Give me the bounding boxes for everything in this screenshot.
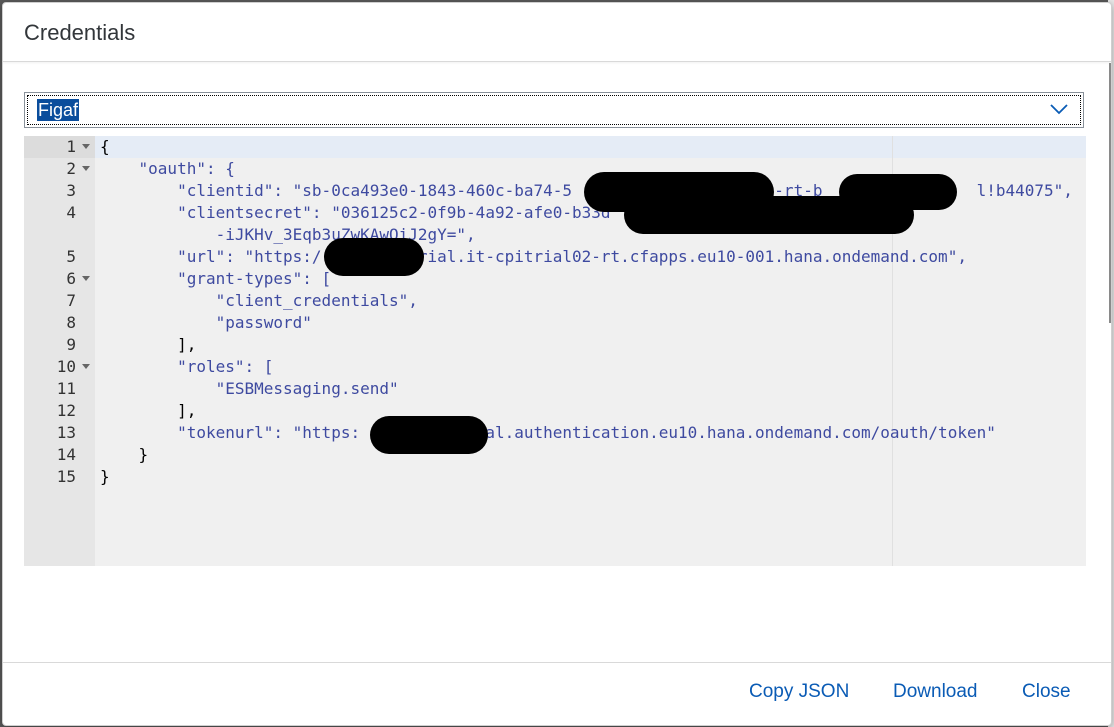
line-code: "url": "https:/ rial.it-cpitrial02-rt.cf… [100, 247, 967, 266]
line-number: 11 [56, 379, 76, 398]
code-line: 9 ], [24, 334, 1086, 356]
line-code: { [100, 137, 110, 156]
fold-toggle-icon[interactable] [82, 166, 90, 171]
json-code-editor[interactable]: 1{2 "oauth": {3 "clientid": "sb-0ca493e0… [24, 136, 1086, 566]
line-number: 7 [66, 291, 76, 310]
fold-toggle-icon[interactable] [82, 144, 90, 149]
code-line: 12 ], [24, 400, 1086, 422]
dialog-header: Credentials [3, 3, 1111, 62]
line-number: 9 [66, 335, 76, 354]
redaction-mark [624, 196, 914, 234]
line-code: "grant-types": [ [100, 269, 332, 288]
code-line: 7 "client_credentials", [24, 290, 1086, 312]
line-code: } [100, 467, 110, 486]
chevron-down-icon[interactable] [1049, 102, 1069, 116]
line-number: 8 [66, 313, 76, 332]
line-code: "roles": [ [100, 357, 274, 376]
line-number: 12 [56, 401, 76, 420]
line-number: 4 [66, 203, 76, 222]
code-line: -iJKHv_3Eqb3uZwKAwOiJ2gY=", [24, 224, 1086, 246]
line-code: "ESBMessaging.send" [100, 379, 399, 398]
code-line: 5 "url": "https:/ rial.it-cpitrial02-rt.… [24, 246, 1086, 268]
code-line: 11 "ESBMessaging.send" [24, 378, 1086, 400]
fold-toggle-icon[interactable] [82, 364, 90, 369]
line-code: ], [100, 335, 197, 354]
redaction-mark [370, 416, 488, 454]
redaction-mark [324, 238, 424, 276]
code-line: 15} [24, 466, 1086, 488]
service-select[interactable]: Figaf [24, 92, 1084, 128]
line-number: 1 [66, 137, 76, 156]
line-number: 15 [56, 467, 76, 486]
copy-json-button[interactable]: Copy JSON [749, 681, 849, 703]
dialog-scrollbar[interactable] [1109, 63, 1111, 323]
code-line: 10 "roles": [ [24, 356, 1086, 378]
line-number: 3 [66, 181, 76, 200]
fold-toggle-icon[interactable] [82, 276, 90, 281]
line-number: 5 [66, 247, 76, 266]
line-code: -iJKHv_3Eqb3uZwKAwOiJ2gY=", [100, 225, 476, 244]
download-button[interactable]: Download [893, 681, 978, 703]
line-code: "clientsecret": "036125c2-0f9b-4a92-afe0… [100, 203, 611, 222]
code-line: 14 } [24, 444, 1086, 466]
line-code: "tokenurl": "https: ial.authentication.e… [100, 423, 996, 442]
code-line: 8 "password" [24, 312, 1086, 334]
line-code: "password" [100, 313, 312, 332]
line-number: 14 [56, 445, 76, 464]
line-code: } [100, 445, 149, 464]
code-line: 6 "grant-types": [ [24, 268, 1086, 290]
line-number: 13 [56, 423, 76, 442]
select-focus-outline [27, 95, 1081, 125]
line-code: ], [100, 401, 197, 420]
line-number: 6 [66, 269, 76, 288]
close-button[interactable]: Close [1022, 681, 1071, 703]
dialog-footer: Copy JSON Download Close [3, 662, 1111, 725]
code-line: 1{ [24, 136, 1086, 158]
line-code: "client_credentials", [100, 291, 418, 310]
line-number: 10 [56, 357, 76, 376]
line-code: "oauth": { [100, 159, 235, 178]
line-number: 2 [66, 159, 76, 178]
selected-service-value: Figaf [37, 99, 80, 121]
credentials-dialog: Credentials Figaf 1{2 "oauth": {3 "clien… [2, 2, 1112, 726]
dialog-title: Credentials [24, 20, 136, 45]
code-line: 13 "tokenurl": "https: ial.authenticatio… [24, 422, 1086, 444]
